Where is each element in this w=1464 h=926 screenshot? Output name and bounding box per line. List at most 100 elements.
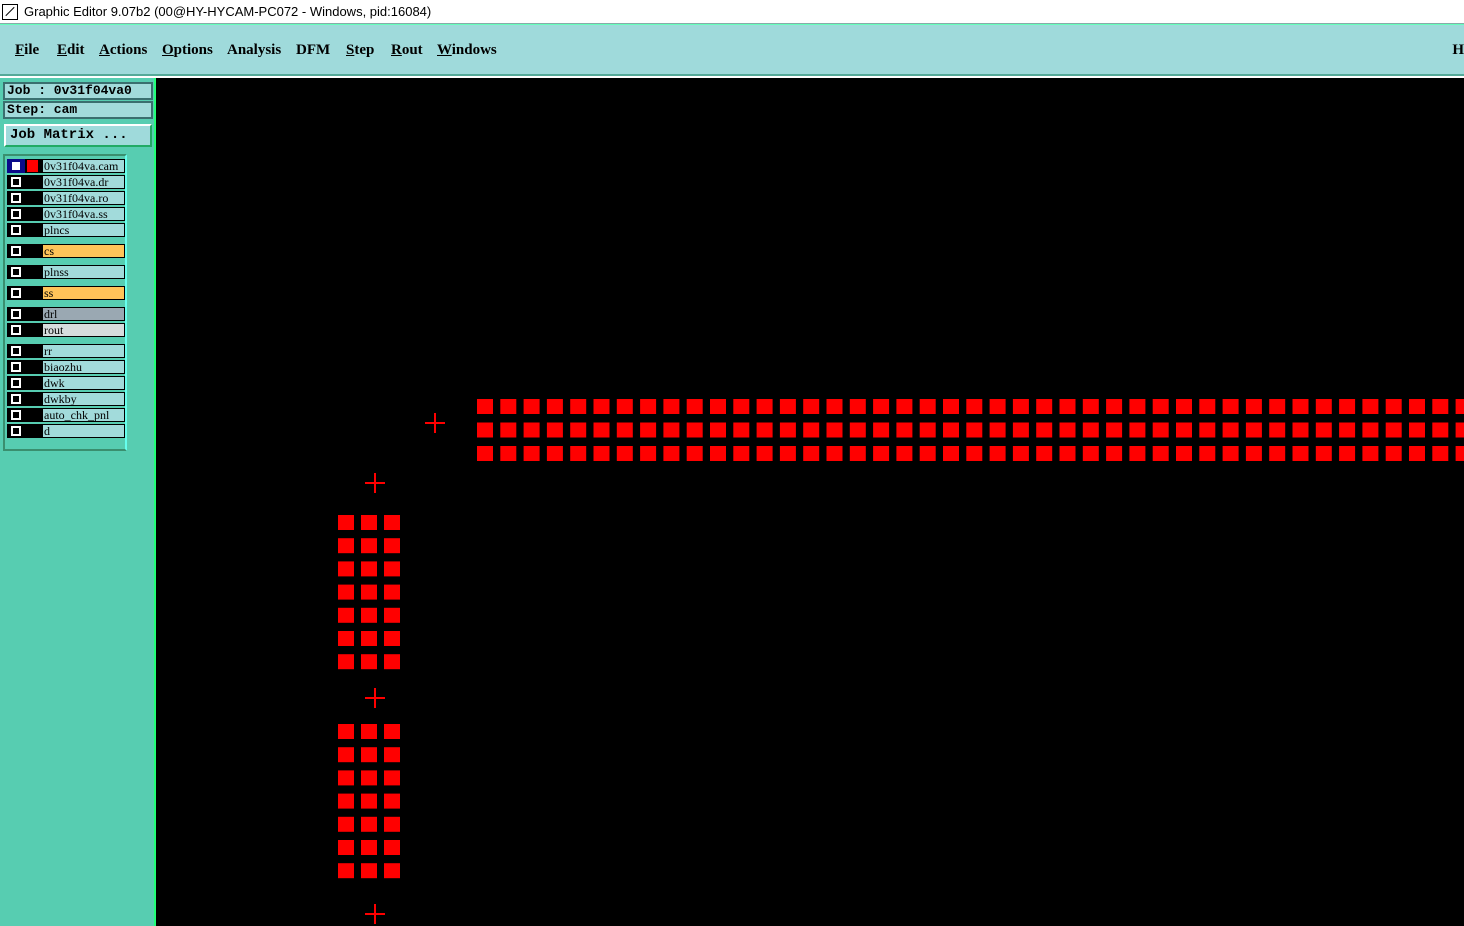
- pad: [1012, 422, 1029, 438]
- layer-checkbox[interactable]: [7, 344, 25, 358]
- pad: [384, 561, 400, 577]
- pad: [710, 446, 726, 461]
- crosshair-marker: [365, 688, 385, 708]
- pad: [896, 399, 913, 414]
- layer-checkbox[interactable]: [7, 392, 25, 406]
- pad: [361, 561, 377, 577]
- layer-color-swatch: [25, 376, 41, 390]
- layer-row[interactable]: 0v31f04va.ro: [7, 191, 125, 205]
- layer-row[interactable]: plnss: [7, 265, 125, 279]
- layer-color-swatch: [25, 175, 41, 189]
- pad: [803, 422, 820, 438]
- layer-checkbox[interactable]: [7, 307, 25, 321]
- pad: [1106, 446, 1123, 461]
- layer-row[interactable]: rout: [7, 323, 125, 337]
- layer-checkbox[interactable]: [7, 424, 25, 438]
- menu-overflow[interactable]: H: [1452, 42, 1464, 59]
- job-matrix-button[interactable]: Job Matrix ...: [4, 124, 152, 147]
- menu-options[interactable]: Options: [162, 42, 213, 59]
- layer-checkbox[interactable]: [7, 376, 25, 390]
- layer-row[interactable]: drl: [7, 307, 125, 321]
- graphic-canvas[interactable]: [156, 78, 1464, 926]
- pad: [361, 863, 377, 879]
- pad: [663, 422, 680, 438]
- menu-analysis[interactable]: Analysis: [227, 42, 281, 59]
- layer-row[interactable]: d: [7, 424, 125, 438]
- layer-name[interactable]: 0v31f04va.dr: [41, 175, 125, 189]
- layer-name[interactable]: 0v31f04va.cam: [41, 159, 125, 173]
- pad: [361, 654, 377, 670]
- layer-row[interactable]: dwkby: [7, 392, 125, 406]
- pad: [686, 446, 703, 461]
- layer-name[interactable]: auto_chk_pnl: [41, 408, 125, 422]
- menu-windows[interactable]: Windows: [437, 42, 497, 59]
- layer-name[interactable]: 0v31f04va.ro: [41, 191, 125, 205]
- pad: [966, 422, 983, 438]
- pad: [663, 446, 680, 461]
- layer-row[interactable]: 0v31f04va.ss: [7, 207, 125, 221]
- layer-checkbox[interactable]: [7, 323, 25, 337]
- pad: [756, 399, 773, 414]
- pad: [733, 446, 750, 461]
- layer-name[interactable]: dwk: [41, 376, 125, 390]
- layer-row[interactable]: auto_chk_pnl: [7, 408, 125, 422]
- layer-row[interactable]: rr: [7, 344, 125, 358]
- layer-row[interactable]: cs: [7, 244, 125, 258]
- layer-name[interactable]: d: [41, 424, 125, 438]
- layer-row[interactable]: 0v31f04va.dr: [7, 175, 125, 189]
- layer-name[interactable]: ss: [41, 286, 125, 300]
- pad: [338, 561, 354, 577]
- layer-checkbox[interactable]: [7, 159, 25, 173]
- layer-row[interactable]: 0v31f04va.cam: [7, 159, 125, 173]
- layer-color-swatch: [25, 191, 41, 205]
- pad: [570, 446, 587, 461]
- pad: [384, 515, 400, 530]
- layer-name[interactable]: cs: [41, 244, 125, 258]
- pad: [1012, 446, 1029, 461]
- pad: [384, 538, 400, 554]
- layer-name[interactable]: plnss: [41, 265, 125, 279]
- layer-checkbox[interactable]: [7, 207, 25, 221]
- menu-step[interactable]: Step: [346, 42, 374, 59]
- pad: [943, 422, 959, 438]
- menu-edit[interactable]: Edit: [57, 42, 85, 59]
- layer-row[interactable]: biaozhu: [7, 360, 125, 374]
- layer-checkbox[interactable]: [7, 223, 25, 237]
- layer-row[interactable]: dwk: [7, 376, 125, 390]
- layer-checkbox[interactable]: [7, 286, 25, 300]
- layer-checkbox[interactable]: [7, 360, 25, 374]
- pad: [1082, 399, 1099, 414]
- menu-actions[interactable]: Actions: [99, 42, 147, 59]
- pad: [546, 446, 563, 461]
- layer-name[interactable]: rout: [41, 323, 125, 337]
- layer-checkbox[interactable]: [7, 265, 25, 279]
- pad: [966, 399, 983, 414]
- layer-name[interactable]: biaozhu: [41, 360, 125, 374]
- pad: [477, 422, 493, 438]
- menu-rout[interactable]: Rout: [391, 42, 423, 59]
- pad: [873, 446, 890, 461]
- layer-name[interactable]: 0v31f04va.ss: [41, 207, 125, 221]
- menu-dfm[interactable]: DFM: [296, 42, 330, 59]
- layer-row[interactable]: ss: [7, 286, 125, 300]
- pad: [686, 399, 703, 414]
- layer-name[interactable]: dwkby: [41, 392, 125, 406]
- pad: [338, 607, 354, 623]
- layer-checkbox[interactable]: [7, 244, 25, 258]
- layer-row[interactable]: plncs: [7, 223, 125, 237]
- layer-checkbox[interactable]: [7, 175, 25, 189]
- pad: [1012, 399, 1029, 414]
- menu-file[interactable]: File: [15, 42, 39, 59]
- layer-name[interactable]: plncs: [41, 223, 125, 237]
- layer-checkbox[interactable]: [7, 191, 25, 205]
- pad: [1036, 446, 1053, 461]
- pad: [1269, 422, 1286, 438]
- layer-checkbox[interactable]: [7, 408, 25, 422]
- title-bar: Graphic Editor 9.07b2 (00@HY-HYCAM-PC072…: [0, 0, 1464, 24]
- pad: [1222, 422, 1239, 438]
- layer-color-swatch: [25, 223, 41, 237]
- pad: [593, 399, 610, 414]
- pad: [1176, 422, 1192, 438]
- layer-name[interactable]: drl: [41, 307, 125, 321]
- layer-name[interactable]: rr: [41, 344, 125, 358]
